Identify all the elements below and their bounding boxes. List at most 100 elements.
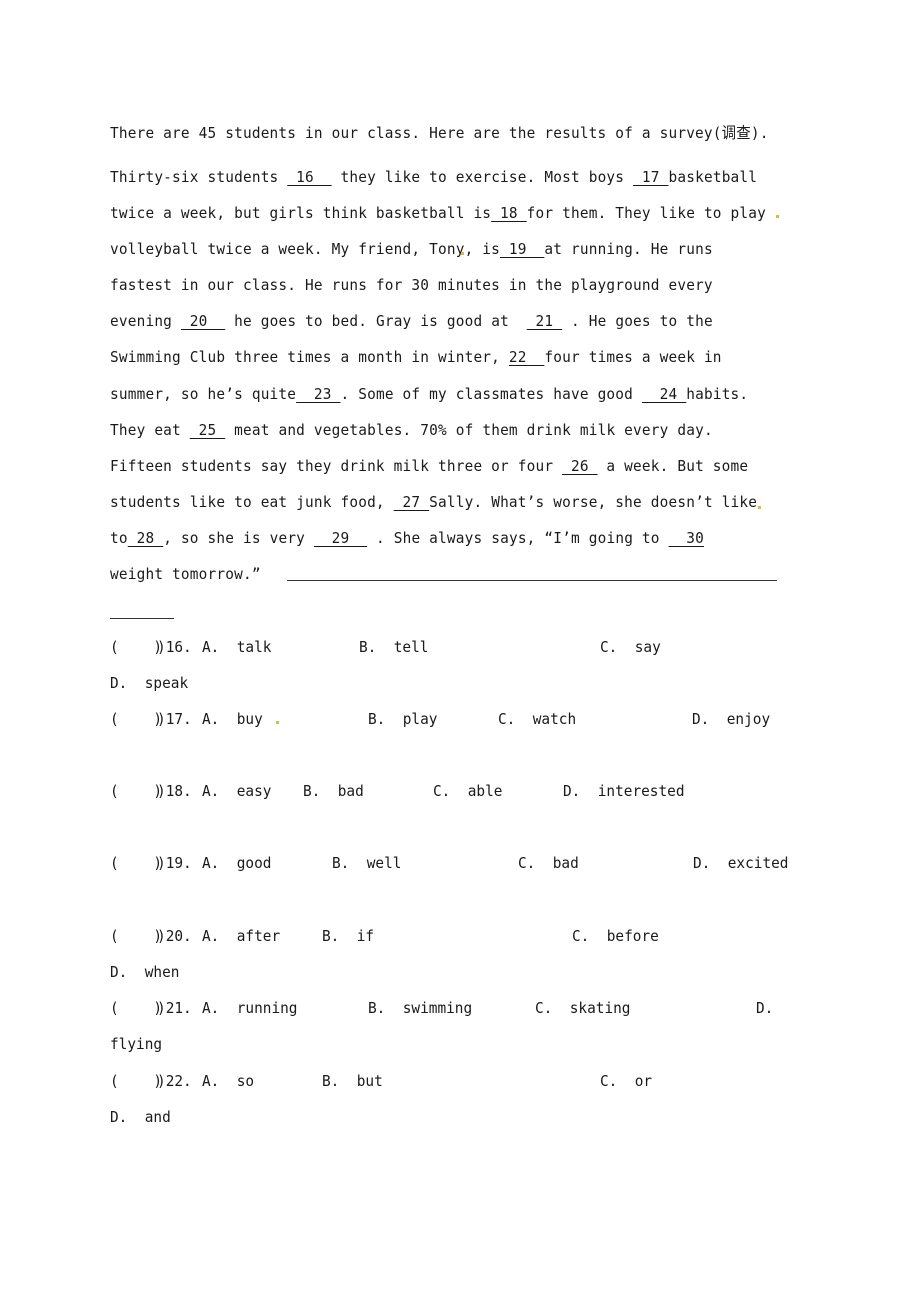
option-b[interactable]: B. well xyxy=(332,853,401,873)
answer-blank[interactable]: 20 xyxy=(181,312,225,330)
option-label: C. xyxy=(498,710,516,728)
answer-blank[interactable]: 29 xyxy=(314,529,367,547)
passage-text: They eat xyxy=(110,421,190,439)
passage-text: a week. But some xyxy=(597,457,749,475)
passage-text: four times a week in xyxy=(544,348,722,366)
passage-text: evening xyxy=(110,312,181,330)
option-text: interested xyxy=(597,782,685,800)
option-text: buy xyxy=(236,710,263,728)
option-b[interactable]: B. bad xyxy=(303,781,364,801)
question-number: )17. xyxy=(157,710,192,728)
answer-bracket[interactable]: ( ) xyxy=(110,998,162,1018)
passage-line: students like to eat junk food, 27 Sally… xyxy=(110,492,757,512)
answer-blank[interactable]: 23 xyxy=(296,385,340,403)
passage-text: twice a week, but girls think basketball… xyxy=(110,204,492,222)
question-number: )19. xyxy=(157,854,192,872)
option-text: play xyxy=(402,710,438,728)
answer-blank[interactable]: 18 xyxy=(491,204,526,222)
option-b[interactable]: B. if xyxy=(322,926,374,946)
option-a[interactable]: A. running xyxy=(202,998,297,1018)
answer-bracket[interactable]: ( ) xyxy=(110,926,162,946)
answer-blank[interactable]: 26 xyxy=(562,457,597,475)
option-d[interactable]: D. speak xyxy=(110,673,188,693)
answer-blank[interactable]: 25 xyxy=(190,421,225,439)
passage-text: habits. xyxy=(686,385,749,403)
passage-text: . Some of my classmates have good xyxy=(340,385,642,403)
question-number-value: 17 xyxy=(165,710,184,728)
option-label: A. xyxy=(202,854,220,872)
option-label: C. xyxy=(535,999,553,1017)
answer-blank[interactable]: 27 xyxy=(394,493,429,511)
option-text: talk xyxy=(236,638,272,656)
option-b[interactable]: B. tell xyxy=(359,637,428,657)
passage-text: for them. They like to play xyxy=(526,204,766,222)
option-d[interactable]: D. enjoy xyxy=(692,709,770,729)
option-label: A. xyxy=(202,1072,220,1090)
answer-blank[interactable]: 17 xyxy=(633,168,668,186)
question-number-value: 21 xyxy=(165,999,184,1017)
option-d[interactable]: D. excited xyxy=(693,853,788,873)
answer-blank[interactable]: 21 xyxy=(527,312,562,330)
passage-text: meat and vegetables. 70% of them drink m… xyxy=(225,421,713,439)
answer-bracket[interactable]: ( ) xyxy=(110,709,162,729)
option-c[interactable]: C. say xyxy=(600,637,661,657)
option-text: before xyxy=(606,927,659,945)
answer-bracket[interactable]: ( ) xyxy=(110,853,162,873)
option-c[interactable]: C. able xyxy=(433,781,502,801)
option-text: after xyxy=(236,927,281,945)
option-c[interactable]: C. bad xyxy=(518,853,579,873)
scan-artifact-dot xyxy=(776,215,779,218)
option-a[interactable]: A. good xyxy=(202,853,271,873)
answer-blank[interactable]: 28 xyxy=(128,529,163,547)
passage-text: students like to eat junk food, xyxy=(110,493,394,511)
passage-text: Fifteen students say they drink milk thr… xyxy=(110,457,563,475)
passage-text: he goes to bed. Gray is good at xyxy=(225,312,527,330)
question-number-value: 22 xyxy=(165,1072,184,1090)
answer-bracket[interactable]: ( ) xyxy=(110,781,162,801)
option-label: C. xyxy=(518,854,536,872)
option-label: D. xyxy=(693,854,711,872)
option-b[interactable]: B. but xyxy=(322,1071,383,1091)
answer-blank[interactable]: 30 xyxy=(669,529,704,547)
passage-line: weight tomorrow.” xyxy=(110,564,261,584)
option-label: A. xyxy=(202,999,220,1017)
option-label: D. xyxy=(110,963,128,981)
option-b[interactable]: B. swimming xyxy=(368,998,472,1018)
option-a[interactable]: A. after xyxy=(202,926,280,946)
answer-blank[interactable]: 22 xyxy=(509,348,544,366)
option-label: D. xyxy=(110,674,128,692)
option-text: say xyxy=(634,638,661,656)
option-label: B. xyxy=(359,638,377,656)
answer-rule-continued xyxy=(110,618,174,619)
option-text: and xyxy=(144,1108,171,1126)
option-c[interactable]: C. skating xyxy=(535,998,630,1018)
option-b[interactable]: B. play xyxy=(368,709,437,729)
option-c[interactable]: C. watch xyxy=(498,709,576,729)
answer-blank[interactable]: 16 xyxy=(287,168,331,186)
answer-bracket[interactable]: ( ) xyxy=(110,637,162,657)
option-d[interactable]: D. when xyxy=(110,962,179,982)
passage-line: Swimming Club three times a month in win… xyxy=(110,347,722,367)
option-d-text[interactable]: flying xyxy=(110,1034,162,1054)
option-label: A. xyxy=(202,782,220,800)
answer-rule xyxy=(287,580,777,581)
answer-blank[interactable]: 19 xyxy=(500,240,544,258)
passage-text: Swimming Club three times a month in win… xyxy=(110,348,509,366)
option-a[interactable]: A. so xyxy=(202,1071,254,1091)
option-a[interactable]: A. buy xyxy=(202,709,263,729)
passage-text: weight tomorrow.” xyxy=(110,565,261,583)
option-d[interactable]: D. interested xyxy=(563,781,685,801)
option-a[interactable]: A. talk xyxy=(202,637,271,657)
option-c[interactable]: C. before xyxy=(572,926,659,946)
answer-blank[interactable]: 24 xyxy=(642,385,686,403)
scan-artifact-dot xyxy=(758,506,761,509)
option-c[interactable]: C. or xyxy=(600,1071,652,1091)
passage-text: volleyball twice a week. My friend, Tony… xyxy=(110,240,501,258)
option-a[interactable]: A. easy xyxy=(202,781,271,801)
option-d-label[interactable]: D. xyxy=(756,998,773,1018)
option-d[interactable]: D. and xyxy=(110,1107,171,1127)
answer-bracket[interactable]: ( ) xyxy=(110,1071,162,1091)
passage-line: Fifteen students say they drink milk thr… xyxy=(110,456,748,476)
passage-text: . He goes to the xyxy=(562,312,713,330)
passage-text: , so she is very xyxy=(163,529,314,547)
